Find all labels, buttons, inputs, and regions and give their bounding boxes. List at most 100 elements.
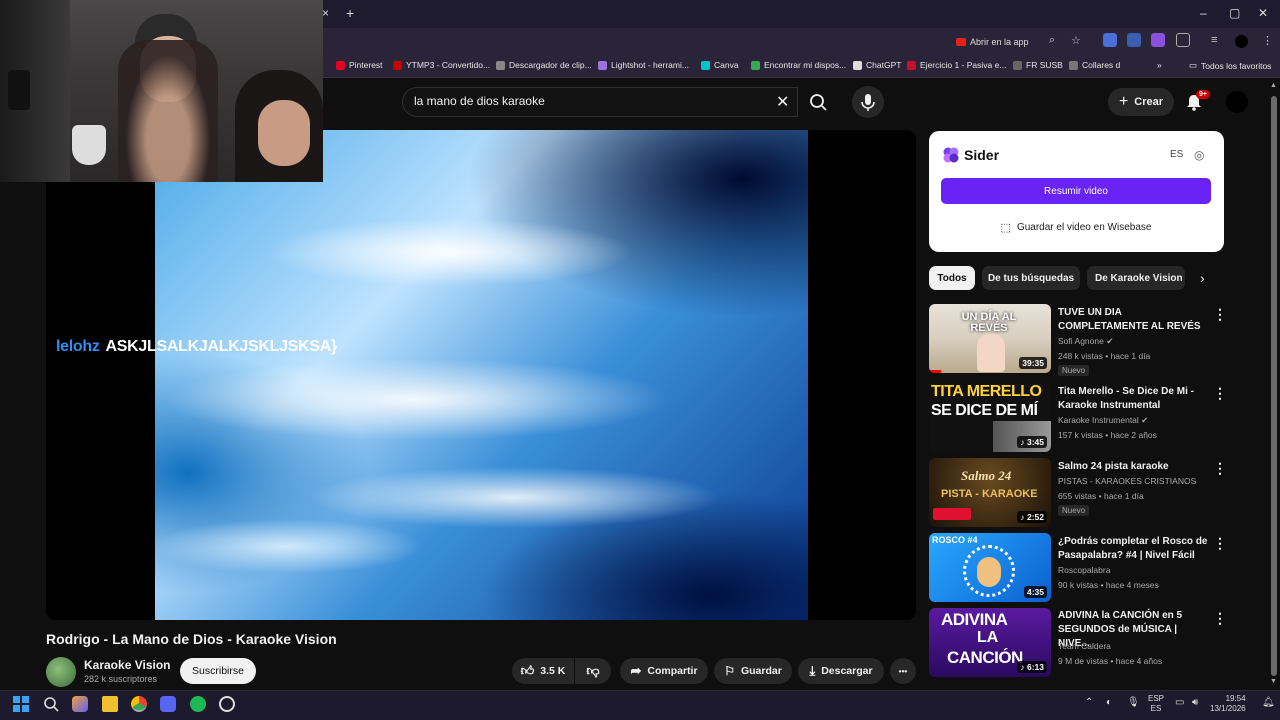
tray-app-icon[interactable]: ◐: [1106, 697, 1112, 708]
volume-icon[interactable]: 🔊︎: [1192, 697, 1198, 708]
search-query[interactable]: la mano de dios karaoke: [414, 94, 545, 108]
profile-avatar-icon[interactable]: [1235, 35, 1248, 48]
recommendation-channel[interactable]: Karaoke Instrumental ✔: [1058, 415, 1148, 426]
recommendation-title[interactable]: TUVE UN DIA COMPLETAMENTE AL REVÉS: [1058, 306, 1208, 334]
zoom-icon[interactable]: ⌕: [1049, 34, 1055, 47]
webcam-mate-cup: [72, 125, 106, 165]
sider-language-select[interactable]: ES: [1170, 149, 1183, 160]
chrome-icon[interactable]: [131, 696, 147, 712]
search-button[interactable]: [800, 87, 838, 117]
media-control-icon[interactable]: ≡: [1211, 34, 1217, 46]
bookmark-item[interactable]: Ejercicio 1 - Pasiva e...: [907, 60, 1006, 70]
minimize-icon[interactable]: –: [1200, 6, 1207, 20]
tray-mic-icon[interactable]: 🎙︎: [1127, 697, 1140, 708]
page-scrollbar[interactable]: ▲ ▼: [1270, 82, 1278, 690]
subscribe-button[interactable]: Suscribirse: [180, 658, 256, 684]
video-thumbnail[interactable]: ADIVINA LA CANCIÓN ♪ 6:13: [929, 608, 1051, 677]
tab-close-button[interactable]: ×: [322, 6, 329, 20]
video-thumbnail[interactable]: UN DÍA AL REVÉS 39:35: [929, 304, 1051, 373]
share-button[interactable]: ➦ Compartir: [620, 658, 708, 684]
open-in-app-label: Abrir en la app: [970, 37, 1029, 47]
sider-extension-icon[interactable]: [1151, 33, 1165, 47]
spotify-icon[interactable]: [190, 696, 206, 712]
recommendation-title[interactable]: Tita Merello - Se Dice De Mi - Karaoke I…: [1058, 385, 1208, 413]
bookmarks-overflow-icon[interactable]: »: [1157, 60, 1162, 70]
bookmark-item[interactable]: ChatGPT: [853, 60, 901, 70]
chip-from-searches[interactable]: De tus búsquedas: [982, 266, 1080, 290]
dislike-button[interactable]: 👎︎: [575, 658, 611, 684]
bookmark-favicon-icon: [1069, 60, 1078, 70]
bookmark-item[interactable]: Pinterest: [336, 60, 383, 70]
like-button[interactable]: 👍︎ 3.5 K: [512, 658, 574, 684]
bookmark-item[interactable]: YTMP3 - Convertido...: [393, 60, 490, 70]
taskbar-clock[interactable]: 19:54 13/1/2026: [1210, 694, 1246, 714]
extension-icon[interactable]: [1127, 33, 1141, 47]
bookmark-item[interactable]: Lightshot - herrami...: [598, 60, 689, 70]
chip-from-channel[interactable]: De Karaoke Vision: [1087, 266, 1185, 290]
file-explorer-icon[interactable]: [102, 696, 118, 712]
bookmark-star-icon[interactable]: ☆: [1071, 34, 1081, 47]
bookmark-item[interactable]: Descargador de clip...: [496, 60, 592, 70]
account-avatar[interactable]: [1226, 91, 1248, 113]
voice-search-button[interactable]: [852, 86, 884, 118]
recommendation-menu-icon[interactable]: ⋮: [1213, 535, 1227, 552]
recommendation-channel[interactable]: Team Caldera: [1058, 641, 1111, 651]
bookmark-item[interactable]: Collares d: [1069, 60, 1120, 70]
recommendation-menu-icon[interactable]: ⋮: [1213, 460, 1227, 477]
scroll-up-icon[interactable]: ▲: [1270, 82, 1277, 89]
steam-icon[interactable]: [219, 696, 235, 712]
recommendation-channel[interactable]: Sofi Agnone ✔: [1058, 336, 1113, 347]
recommendation-menu-icon[interactable]: ⋮: [1213, 385, 1227, 402]
all-bookmarks-folder[interactable]: ▭ Todos los favoritos: [1189, 60, 1271, 71]
recommendation-item[interactable]: ADIVINA LA CANCIÓN ♪ 6:13 ADIVINA la CAN…: [929, 608, 1229, 680]
maximize-icon[interactable]: ▢: [1229, 6, 1240, 20]
recommendation-channel[interactable]: Roscopalabra: [1058, 565, 1110, 575]
clear-search-icon[interactable]: ✕: [776, 92, 789, 112]
new-tab-button[interactable]: +: [346, 5, 354, 21]
taskbar-search-icon[interactable]: [43, 696, 59, 712]
tray-overflow-icon[interactable]: ⌃: [1085, 697, 1093, 708]
discord-icon[interactable]: [160, 696, 176, 712]
recommendation-item[interactable]: Salmo 24 PISTA - KARAOKE ♪ 2:52 Salmo 24…: [929, 458, 1229, 530]
recommendation-channel[interactable]: PISTAS - KARAOKES CRISTIANOS: [1058, 476, 1196, 486]
save-button[interactable]: ⚐ Guardar: [714, 658, 792, 684]
recommendation-item[interactable]: ROSCO #4 4:35 ¿Podrás completar el Rosco…: [929, 533, 1229, 605]
window-close-icon[interactable]: ✕: [1258, 6, 1268, 20]
recommendation-item[interactable]: UN DÍA AL REVÉS 39:35 TUVE UN DIA COMPLE…: [929, 304, 1229, 376]
video-thumbnail[interactable]: Salmo 24 PISTA - KARAOKE ♪ 2:52: [929, 458, 1051, 527]
copilot-icon[interactable]: [72, 696, 88, 712]
network-icon[interactable]: ▭: [1175, 697, 1184, 708]
translate-extension-icon[interactable]: [1103, 33, 1117, 47]
channel-avatar[interactable]: [46, 657, 76, 687]
download-button[interactable]: ⤓ Descargar: [798, 658, 884, 684]
more-actions-button[interactable]: •••: [890, 658, 916, 684]
bookmark-icon: ⚐: [724, 664, 735, 678]
open-in-app-button[interactable]: Abrir en la app: [956, 33, 1029, 51]
recommendation-item[interactable]: TITA MERELLO SE DICE DE MÍ ♪ 3:45 Tita M…: [929, 383, 1229, 455]
create-button[interactable]: + Crear: [1108, 88, 1174, 116]
windows-start-icon[interactable]: [13, 696, 29, 712]
browser-menu-icon[interactable]: ⋮: [1262, 34, 1273, 47]
bookmark-item[interactable]: Encontrar mi dispos...: [751, 60, 846, 70]
thumbnail-cartoon-face: [977, 557, 1001, 587]
video-thumbnail[interactable]: TITA MERELLO SE DICE DE MÍ ♪ 3:45: [929, 383, 1051, 452]
recommendation-title[interactable]: ¿Podrás completar el Rosco de Pasapalabr…: [1058, 535, 1208, 563]
channel-name[interactable]: Karaoke Vision: [84, 658, 170, 672]
save-to-wisebase-button[interactable]: ⬚ Guardar el video en Wisebase: [941, 214, 1211, 240]
notification-center-icon[interactable]: 🔔︎: [1262, 697, 1275, 708]
input-language-indicator[interactable]: ESP ES: [1148, 694, 1164, 714]
recommendation-title[interactable]: Salmo 24 pista karaoke: [1058, 460, 1208, 474]
chip-all[interactable]: Todos: [929, 266, 975, 290]
clock-time: 19:54: [1225, 694, 1246, 703]
scrollbar-thumb[interactable]: [1271, 96, 1277, 676]
video-thumbnail[interactable]: ROSCO #4 4:35: [929, 533, 1051, 602]
summarize-video-button[interactable]: Resumir video: [941, 178, 1211, 204]
bookmark-item[interactable]: Canva: [701, 60, 739, 70]
bookmark-item[interactable]: FR SUSB: [1013, 60, 1063, 70]
scroll-down-icon[interactable]: ▼: [1270, 678, 1277, 685]
chips-next-chevron-icon[interactable]: ›: [1200, 270, 1205, 286]
extensions-puzzle-icon[interactable]: [1176, 33, 1190, 47]
recommendation-menu-icon[interactable]: ⋮: [1213, 610, 1227, 627]
sider-settings-icon[interactable]: ◎: [1194, 148, 1204, 162]
recommendation-menu-icon[interactable]: ⋮: [1213, 306, 1227, 323]
